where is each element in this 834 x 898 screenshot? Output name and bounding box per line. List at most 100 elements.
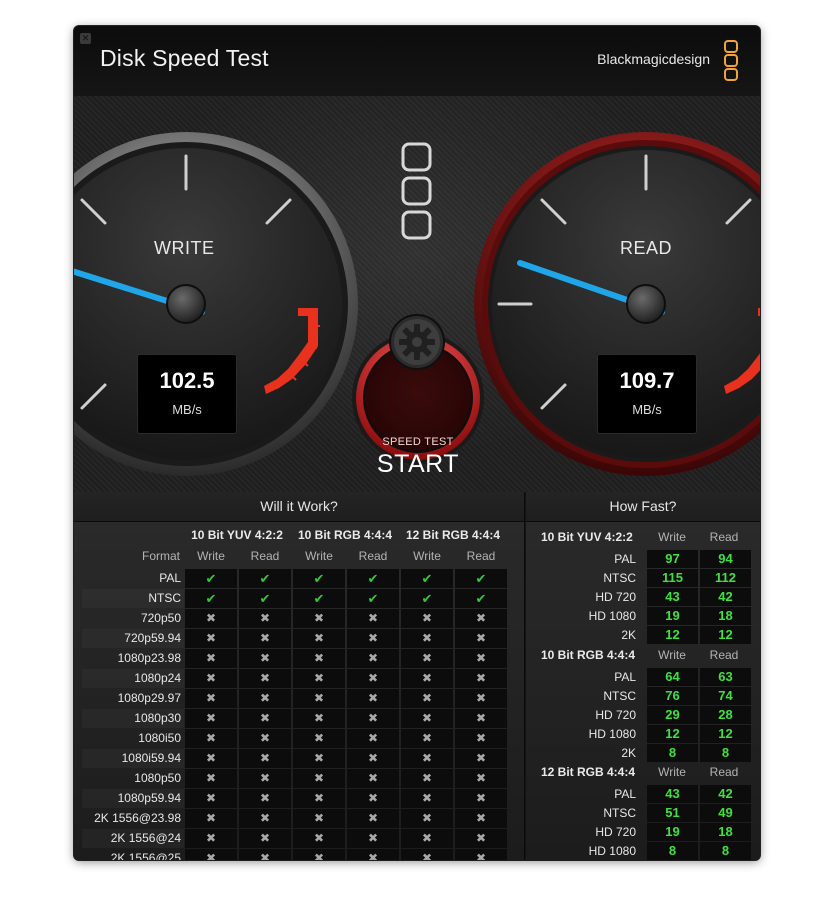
cross-icon: ✖ (185, 749, 237, 768)
how-fast-write-header: Write (658, 648, 686, 662)
format-label: 1080p59.94 (82, 789, 184, 808)
cross-icon: ✖ (293, 609, 345, 628)
blackmagic-logo-icon (724, 40, 738, 81)
format-label: 1080i50 (138, 731, 181, 745)
cross-icon: ✖ (239, 649, 291, 668)
cross-icon: ✖ (347, 669, 399, 688)
cross-icon: ✖ (401, 789, 453, 808)
read-fps-value: 8 (700, 744, 751, 762)
cross-icon: ✖ (293, 809, 345, 828)
write-fps-value: 12 (647, 626, 698, 644)
format-label: 1080p50 (134, 771, 181, 785)
cross-icon: ✖ (347, 829, 399, 848)
read-fps-value: 94 (700, 550, 751, 568)
cross-icon: ✖ (239, 789, 291, 808)
cross-icon: ✖ (293, 749, 345, 768)
cross-icon: ✖ (239, 689, 291, 708)
checkmark-icon: ✔ (239, 569, 291, 588)
cross-icon: ✖ (455, 829, 507, 848)
read-fps-value: 12 (700, 725, 751, 743)
how-fast-read-header: Read (709, 765, 739, 779)
write-fps-value: 19 (647, 823, 698, 841)
gear-icon[interactable] (387, 312, 447, 372)
cross-icon: ✖ (347, 689, 399, 708)
cross-icon: ✖ (239, 829, 291, 848)
read-speed-unit: MB/s (632, 402, 662, 417)
close-button[interactable]: ✕ (80, 33, 91, 44)
cross-icon: ✖ (185, 729, 237, 748)
col-group-10bit-yuv: 10 Bit YUV 4:2:2 (191, 528, 283, 542)
write-fps-value: 43 (647, 785, 698, 803)
cross-icon: ✖ (347, 749, 399, 768)
cross-icon: ✖ (239, 729, 291, 748)
col-write-3: Write (413, 549, 441, 563)
cross-icon: ✖ (347, 629, 399, 648)
checkmark-icon: ✔ (347, 569, 399, 588)
read-fps-value: 49 (700, 804, 751, 822)
cross-icon: ✖ (455, 789, 507, 808)
cross-icon: ✖ (185, 669, 237, 688)
write-fps-value: 76 (647, 687, 698, 705)
disk-speed-test-window: ✕ Disk Speed Test Blackmagicdesign WRITE… (74, 26, 760, 860)
cross-icon: ✖ (185, 829, 237, 848)
read-fps-value: 63 (700, 668, 751, 686)
cross-icon: ✖ (455, 669, 507, 688)
write-speed-value: 102.5 (159, 368, 215, 393)
write-fps-value: 51 (647, 804, 698, 822)
cross-icon: ✖ (401, 629, 453, 648)
cross-icon: ✖ (455, 649, 507, 668)
format-label: 2K 1556@24 (82, 829, 184, 848)
format-label: 720p59.94 (82, 629, 184, 648)
how-fast-write-header: Write (658, 530, 686, 544)
col-group-10bit-rgb: 10 Bit RGB 4:4:4 (297, 528, 393, 542)
checkmark-icon: ✔ (293, 589, 345, 608)
cross-icon: ✖ (347, 769, 399, 788)
checkmark-icon: ✔ (455, 569, 507, 588)
how-fast-format-label: HD 720 (595, 708, 636, 722)
cross-icon: ✖ (347, 849, 399, 860)
start-button-subtitle: SPEED TEST (382, 436, 454, 448)
cross-icon: ✖ (185, 649, 237, 668)
how-fast-format-label: NTSC (603, 571, 636, 585)
write-fps-value: 8 (647, 842, 698, 860)
how-fast-group-title: 10 Bit RGB 4:4:4 (541, 648, 636, 662)
cross-icon: ✖ (401, 709, 453, 728)
cross-icon: ✖ (401, 809, 453, 828)
cross-icon: ✖ (185, 689, 237, 708)
write-fps-value: 97 (647, 550, 698, 568)
format-label: NTSC (82, 589, 184, 608)
cross-icon: ✖ (401, 669, 453, 688)
cross-icon: ✖ (455, 849, 507, 860)
cross-icon: ✖ (455, 629, 507, 648)
brand-name: Blackmagicdesign (597, 51, 710, 67)
checkmark-icon: ✔ (185, 589, 237, 608)
read-fps-value: 28 (700, 706, 751, 724)
cross-icon: ✖ (455, 609, 507, 628)
cross-icon: ✖ (293, 769, 345, 788)
cross-icon: ✖ (401, 689, 453, 708)
cross-icon: ✖ (401, 609, 453, 628)
read-fps-value: 42 (700, 588, 751, 606)
write-fps-value: 12 (647, 725, 698, 743)
how-fast-format-label: HD 720 (595, 590, 636, 604)
col-read-3: Read (466, 549, 496, 563)
cross-icon: ✖ (455, 709, 507, 728)
cross-icon: ✖ (185, 809, 237, 828)
cross-icon: ✖ (239, 809, 291, 828)
how-fast-format-label: PAL (614, 670, 636, 684)
how-fast-format-label: HD 720 (595, 825, 636, 839)
cross-icon: ✖ (293, 629, 345, 648)
cross-icon: ✖ (401, 649, 453, 668)
format-label: 2K 1556@25 (110, 851, 181, 860)
table-row: NTSC 51 49 (526, 804, 760, 823)
cross-icon: ✖ (401, 829, 453, 848)
cross-icon: ✖ (239, 629, 291, 648)
will-it-work-panel: Will it Work? 10 Bit YUV 4:2:2 10 Bit RG… (74, 492, 525, 860)
cross-icon: ✖ (347, 809, 399, 828)
cross-icon: ✖ (455, 729, 507, 748)
table-row: HD 1080 12 12 (526, 725, 760, 744)
cross-icon: ✖ (293, 709, 345, 728)
read-fps-value: 18 (700, 823, 751, 841)
cross-icon: ✖ (455, 749, 507, 768)
cross-icon: ✖ (239, 669, 291, 688)
